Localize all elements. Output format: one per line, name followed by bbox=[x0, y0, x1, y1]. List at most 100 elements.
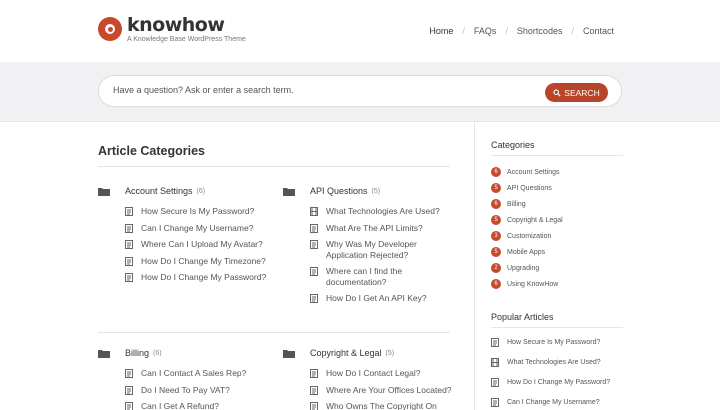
divider bbox=[98, 166, 450, 167]
article-link[interactable]: What Are The API Limits? bbox=[310, 223, 453, 234]
document-icon bbox=[310, 402, 318, 410]
document-icon bbox=[491, 377, 499, 387]
divider bbox=[491, 155, 623, 156]
category-count: (5) bbox=[371, 187, 381, 195]
count-badge: 5 bbox=[491, 247, 501, 257]
category-count: (5) bbox=[385, 349, 395, 357]
article-link[interactable]: How Do I Contact Legal? bbox=[310, 368, 453, 379]
article-link[interactable]: How Do I Get An API Key? bbox=[310, 293, 453, 304]
sidebar-categories-title: Categories bbox=[491, 140, 535, 150]
folder-icon bbox=[98, 349, 110, 358]
category-title[interactable]: Copyright & Legal bbox=[310, 348, 382, 358]
main-nav: Home / FAQs / Shortcodes / Contact bbox=[429, 26, 614, 36]
lifebuoy-logo-icon bbox=[98, 17, 122, 41]
sidebar: Categories 6 Account Settings 5 API Questi… bbox=[491, 122, 623, 410]
category-title[interactable]: API Questions bbox=[310, 186, 368, 196]
document-icon bbox=[125, 207, 133, 216]
search-band: SEARCH bbox=[0, 62, 720, 122]
nav-home[interactable]: Home bbox=[429, 26, 453, 36]
document-icon bbox=[125, 385, 133, 395]
nav-separator: / bbox=[462, 26, 465, 36]
video-icon bbox=[491, 357, 499, 367]
brand-name: knowhow bbox=[127, 14, 225, 36]
article-link[interactable]: Who Owns The Copyright On bbox=[310, 401, 453, 410]
category-account-settings: Account Settings (6) How Secure Is My Pa… bbox=[98, 184, 268, 283]
article-link[interactable]: Can I Contact A Sales Rep? bbox=[125, 368, 268, 379]
popular-article-link[interactable]: What Technologies Are Used? bbox=[491, 352, 623, 372]
popular-article-link[interactable]: How Secure Is My Password? bbox=[491, 332, 623, 352]
article-link[interactable]: Why Was My Developer Application Rejecte… bbox=[310, 239, 453, 260]
popular-articles-list: How Secure Is My Password? What Technolo… bbox=[491, 332, 623, 410]
count-badge: 6 bbox=[491, 199, 501, 209]
sidebar-category-item[interactable]: 2 Upgrading bbox=[491, 260, 623, 276]
document-icon bbox=[125, 273, 133, 282]
nav-contact[interactable]: Contact bbox=[583, 26, 614, 36]
category-copyright-legal: Copyright & Legal (5) How Do I Contact L… bbox=[283, 346, 453, 410]
count-badge: 5 bbox=[491, 183, 501, 193]
document-icon bbox=[310, 240, 318, 249]
document-icon bbox=[491, 337, 499, 347]
main-content: Article Categories Account Settings (6) … bbox=[98, 122, 454, 410]
search-button[interactable]: SEARCH bbox=[545, 83, 608, 102]
logo[interactable]: knowhow A Knowledge Base WordPress Theme bbox=[98, 16, 246, 44]
sidebar-popular-title: Popular Articles bbox=[491, 312, 554, 322]
document-icon bbox=[125, 223, 133, 233]
folder-icon bbox=[283, 349, 295, 358]
video-icon bbox=[310, 207, 318, 216]
document-icon bbox=[310, 267, 318, 276]
count-badge: 5 bbox=[491, 215, 501, 225]
sidebar-category-item[interactable]: 5 Mobile Apps bbox=[491, 244, 623, 260]
count-badge: 6 bbox=[491, 279, 501, 289]
category-count: (6) bbox=[153, 349, 162, 357]
popular-article-link[interactable]: How Do I Change My Password? bbox=[491, 372, 623, 392]
article-link[interactable]: Where Are Your Offices Located? bbox=[310, 385, 453, 396]
sidebar-category-item[interactable]: 6 Billing bbox=[491, 196, 623, 212]
document-icon bbox=[125, 256, 133, 266]
sidebar-category-item[interactable]: 6 Using KnowHow bbox=[491, 276, 623, 292]
divider bbox=[98, 332, 450, 333]
page-title: Article Categories bbox=[98, 144, 205, 158]
count-badge: 3 bbox=[491, 231, 501, 241]
category-billing: Billing (6) Can I Contact A Sales Rep? D… bbox=[98, 346, 268, 410]
document-icon bbox=[125, 240, 133, 249]
sidebar-category-item[interactable]: 5 API Questions bbox=[491, 180, 623, 196]
article-link[interactable]: How Secure Is My Password? bbox=[125, 206, 268, 217]
sidebar-category-item[interactable]: 3 Customization bbox=[491, 228, 623, 244]
document-icon bbox=[310, 385, 318, 395]
nav-separator: / bbox=[571, 26, 574, 36]
sidebar-category-item[interactable]: 6 Account Settings bbox=[491, 164, 623, 180]
sidebar-category-item[interactable]: 5 Copyright & Legal bbox=[491, 212, 623, 228]
document-icon bbox=[125, 369, 133, 378]
popular-article-link[interactable]: Can I Change My Username? bbox=[491, 392, 623, 410]
article-link[interactable]: How Do I Change My Password? bbox=[125, 272, 268, 283]
document-icon bbox=[310, 369, 318, 378]
search-icon bbox=[553, 88, 561, 97]
document-icon bbox=[310, 223, 318, 233]
nav-shortcodes[interactable]: Shortcodes bbox=[517, 26, 563, 36]
document-icon bbox=[125, 402, 133, 410]
category-api-questions: API Questions (5) What Technologies Are … bbox=[283, 184, 453, 304]
sidebar-category-list: 6 Account Settings 5 API Questions 6 Billin… bbox=[491, 164, 623, 292]
count-badge: 2 bbox=[491, 263, 501, 273]
search-button-label: SEARCH bbox=[564, 87, 600, 98]
folder-icon bbox=[98, 187, 110, 196]
category-count: (6) bbox=[196, 187, 206, 195]
category-title[interactable]: Billing bbox=[125, 348, 149, 358]
article-link[interactable]: Where Can I Upload My Avatar? bbox=[125, 239, 268, 250]
category-title[interactable]: Account Settings bbox=[125, 186, 193, 196]
document-icon bbox=[310, 294, 318, 303]
article-link[interactable]: Where can I find the documentation? bbox=[310, 266, 453, 287]
folder-icon bbox=[283, 187, 295, 196]
nav-separator: / bbox=[505, 26, 508, 36]
article-link[interactable]: Do I Need To Pay VAT? bbox=[125, 385, 268, 396]
search-box: SEARCH bbox=[98, 75, 622, 107]
article-link[interactable]: How Do I Change My Timezone? bbox=[125, 256, 268, 267]
search-input[interactable] bbox=[113, 85, 513, 95]
nav-faqs[interactable]: FAQs bbox=[474, 26, 497, 36]
count-badge: 6 bbox=[491, 167, 501, 177]
article-link[interactable]: What Technologies Are Used? bbox=[310, 206, 453, 217]
sidebar-divider bbox=[474, 122, 475, 410]
brand-tagline: A Knowledge Base WordPress Theme bbox=[127, 36, 246, 43]
article-link[interactable]: Can I Get A Refund? bbox=[125, 401, 268, 410]
article-link[interactable]: Can I Change My Username? bbox=[125, 223, 268, 234]
